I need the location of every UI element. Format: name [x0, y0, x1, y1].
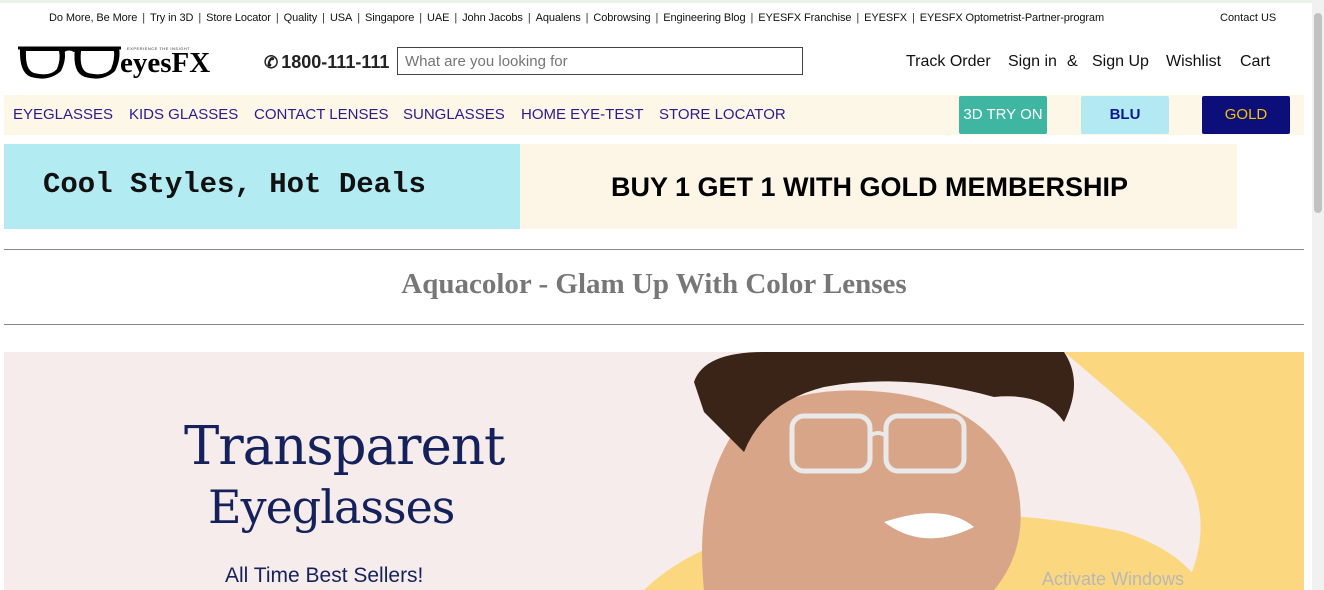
promo-banner-right[interactable]: BUY 1 GET 1 WITH GOLD MEMBERSHIP [520, 144, 1237, 229]
utility-link-uae[interactable]: UAE [427, 12, 449, 24]
contact-us-link[interactable]: Contact US [1220, 12, 1276, 24]
utility-link-eyesfx[interactable]: EYESFX [864, 12, 907, 24]
hero-subtitle: Eyeglasses [208, 480, 455, 534]
utility-separator: | [419, 12, 423, 24]
utility-links: Do More, Be More | Try in 3D | Store Locator… [49, 12, 1104, 24]
utility-separator: | [357, 12, 361, 24]
hero-title: Transparent [184, 416, 505, 477]
utility-link-do-more[interactable]: Do More, Be More [49, 12, 137, 24]
phone-number[interactable]: ✆ 1800-111-111 [264, 52, 389, 73]
promo-right-text: BUY 1 GET 1 WITH GOLD MEMBERSHIP [611, 172, 1129, 202]
utility-bar: Do More, Be More | Try in 3D | Store Locator… [0, 8, 1300, 30]
utility-link-franchise[interactable]: EYESFX Franchise [758, 12, 851, 24]
utility-link-try-3d[interactable]: Try in 3D [150, 12, 193, 24]
utility-link-singapore[interactable]: Singapore [365, 12, 414, 24]
wishlist-link[interactable]: Wishlist [1166, 53, 1221, 71]
try-3d-button[interactable]: 3D TRY ON [959, 96, 1047, 134]
nav-eyeglasses[interactable]: EYEGLASSES [13, 106, 113, 123]
sign-up-link[interactable]: Sign Up [1092, 53, 1149, 71]
hero-tagline: All Time Best Sellers! [225, 564, 424, 587]
utility-link-cobrowsing[interactable]: Cobrowsing [593, 12, 650, 24]
activate-windows-watermark: Activate Windows [1042, 569, 1185, 589]
site-logo[interactable]: EXPERIENCE THE INSIGHT eyesFX [17, 43, 217, 83]
promo-banner-left[interactable]: Cool Styles, Hot Deals [4, 144, 520, 229]
utility-link-engineering-blog[interactable]: Engineering Blog [663, 12, 745, 24]
page-scrollbar[interactable] [1312, 0, 1324, 590]
account-ampersand: & [1067, 53, 1078, 70]
utility-link-optometrist-partner[interactable]: EYESFX Optometrist-Partner-program [920, 12, 1104, 24]
utility-link-aqualens[interactable]: Aqualens [536, 12, 581, 24]
nav-sunglasses[interactable]: SUNGLASSES [403, 106, 505, 123]
utility-separator: | [454, 12, 458, 24]
utility-separator: | [911, 12, 915, 24]
search-input[interactable] [397, 47, 803, 75]
promo-left-text: Cool Styles, Hot Deals [43, 168, 426, 201]
nav-contact-lenses[interactable]: CONTACT LENSES [254, 106, 388, 123]
utility-separator: | [142, 12, 146, 24]
phone-icon: ✆ [264, 53, 279, 72]
utility-separator: | [527, 12, 531, 24]
blu-button[interactable]: BLU [1081, 96, 1169, 134]
utility-link-john-jacobs[interactable]: John Jacobs [462, 12, 523, 24]
section-heading: Aquacolor - Glam Up With Color Lenses [401, 268, 907, 300]
divider-top [4, 249, 1304, 250]
utility-separator: | [655, 12, 659, 24]
utility-separator: | [856, 12, 860, 24]
scrollbar-thumb[interactable] [1314, 13, 1322, 213]
utility-separator: | [275, 12, 279, 24]
utility-link-store-locator[interactable]: Store Locator [206, 12, 271, 24]
top-accent-line [0, 0, 1324, 3]
divider-bottom [4, 324, 1304, 325]
track-order-link[interactable]: Track Order [906, 53, 991, 71]
utility-link-usa[interactable]: USA [330, 12, 352, 24]
utility-separator: | [198, 12, 202, 24]
sign-in-link[interactable]: Sign in [1008, 53, 1057, 71]
utility-separator: | [585, 12, 589, 24]
logo-wordmark: eyesFX [120, 47, 211, 79]
nav-home-eye-test[interactable]: HOME EYE-TEST [521, 106, 644, 123]
nav-kids-glasses[interactable]: KIDS GLASSES [129, 106, 238, 123]
cart-link[interactable]: Cart [1240, 53, 1270, 71]
phone-text: 1800-111-111 [281, 52, 390, 72]
utility-link-quality[interactable]: Quality [284, 12, 318, 24]
gold-button[interactable]: GOLD [1202, 96, 1290, 134]
nav-store-locator[interactable]: STORE LOCATOR [659, 106, 786, 123]
utility-separator: | [750, 12, 754, 24]
utility-separator: | [322, 12, 325, 24]
hero-banner[interactable]: Transparent Eyeglasses All Time Best Sel… [4, 352, 1304, 590]
